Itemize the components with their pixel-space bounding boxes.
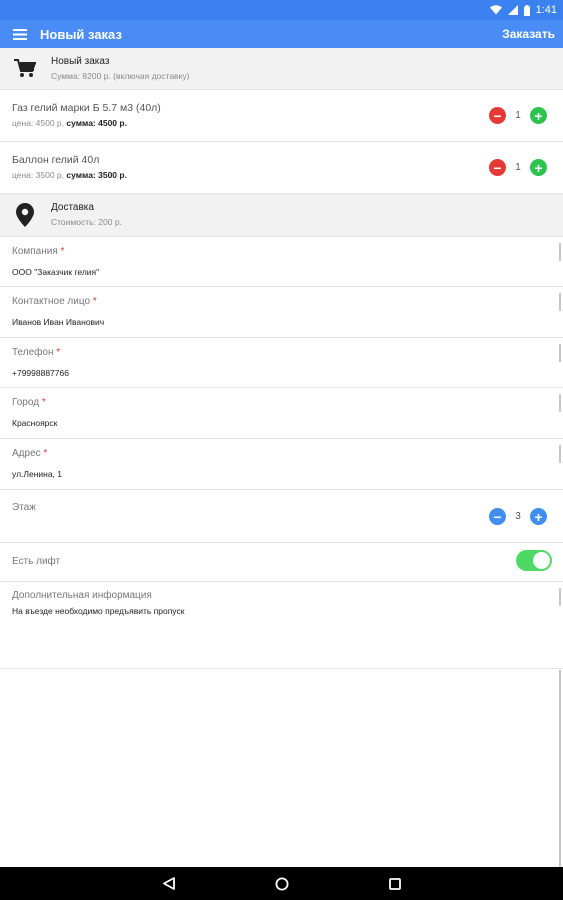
extra-info-field[interactable]: Дополнительная информация На въезде необ… bbox=[0, 582, 563, 669]
status-bar: 1:41 bbox=[0, 0, 563, 20]
phone-field[interactable]: Телефон * +79998887766 bbox=[0, 338, 563, 388]
navigation-bar bbox=[0, 867, 563, 900]
back-icon[interactable] bbox=[162, 877, 175, 890]
delivery-cost: Стоимость: 200 р. bbox=[51, 217, 122, 227]
address-field[interactable]: Адрес * ул.Ленина, 1 bbox=[0, 439, 563, 490]
signal-icon bbox=[507, 5, 518, 15]
list-item: Баллон гелий 40л цена: 3500 р, сумма: 35… bbox=[0, 142, 563, 194]
field-label: Адрес * bbox=[12, 448, 48, 459]
lift-toggle[interactable] bbox=[516, 550, 552, 571]
order-summary: Новый заказ Сумма: 8200 р. (включая дост… bbox=[0, 48, 563, 90]
cart-icon bbox=[14, 59, 36, 77]
lift-label: Есть лифт bbox=[12, 556, 61, 567]
company-value[interactable]: ООО "Заказчик гелия" bbox=[12, 267, 99, 277]
city-value[interactable]: Красноярск bbox=[12, 418, 57, 428]
recents-icon[interactable] bbox=[388, 877, 401, 890]
field-scroll-indicator bbox=[559, 394, 561, 412]
order-title: Новый заказ bbox=[51, 56, 110, 67]
home-icon[interactable] bbox=[275, 877, 289, 891]
floor-value: 3 bbox=[515, 511, 521, 522]
battery-icon bbox=[523, 4, 530, 16]
field-label: Телефон * bbox=[12, 347, 61, 358]
extra-info-label: Дополнительная информация bbox=[12, 590, 152, 601]
product-price-label: цена: 4500 р, bbox=[12, 118, 65, 128]
menu-icon[interactable] bbox=[0, 20, 40, 48]
phone-value[interactable]: +79998887766 bbox=[12, 368, 69, 378]
field-scroll-indicator bbox=[559, 445, 561, 463]
floor-field: Этаж − 3 + bbox=[0, 490, 563, 543]
order-sum: Сумма: 8200 р. (включая доставку) bbox=[51, 71, 190, 81]
quantity-stepper: − 1 + bbox=[489, 107, 547, 124]
order-button[interactable]: Заказать bbox=[502, 27, 563, 41]
scrollbar[interactable] bbox=[559, 670, 561, 867]
minus-icon[interactable]: − bbox=[489, 107, 506, 124]
main-content: Новый заказ Сумма: 8200 р. (включая дост… bbox=[0, 48, 563, 867]
wifi-icon bbox=[489, 5, 502, 15]
product-name: Газ гелий марки Б 5.7 м3 (40л) bbox=[12, 102, 161, 114]
plus-icon[interactable]: + bbox=[530, 107, 547, 124]
field-scroll-indicator bbox=[559, 588, 561, 606]
lift-field: Есть лифт bbox=[0, 543, 563, 582]
city-field[interactable]: Город * Красноярск bbox=[0, 388, 563, 439]
location-pin-icon bbox=[16, 203, 34, 227]
product-name: Баллон гелий 40л bbox=[12, 154, 100, 166]
product-price: цена: 4500 р, сумма: 4500 р. bbox=[12, 118, 127, 128]
field-scroll-indicator bbox=[559, 293, 561, 311]
floor-stepper: − 3 + bbox=[489, 508, 547, 525]
extra-info-value[interactable]: На въезде необходимо предъявить пропуск bbox=[12, 606, 184, 616]
page-title: Новый заказ bbox=[40, 26, 122, 42]
app-bar: Новый заказ Заказать bbox=[0, 20, 563, 48]
product-price: цена: 3500 р, сумма: 3500 р. bbox=[12, 170, 127, 180]
address-value[interactable]: ул.Ленина, 1 bbox=[12, 469, 62, 479]
list-item: Газ гелий марки Б 5.7 м3 (40л) цена: 450… bbox=[0, 90, 563, 142]
delivery-summary: Доставка Стоимость: 200 р. bbox=[0, 194, 563, 237]
quantity-stepper: − 1 + bbox=[489, 159, 547, 176]
status-time: 1:41 bbox=[535, 4, 557, 16]
plus-icon[interactable]: + bbox=[530, 508, 547, 525]
quantity-value: 1 bbox=[515, 110, 521, 121]
field-scroll-indicator bbox=[559, 344, 561, 362]
field-label: Компания * bbox=[12, 246, 65, 257]
minus-icon[interactable]: − bbox=[489, 159, 506, 176]
company-field[interactable]: Компания * ООО "Заказчик гелия" bbox=[0, 237, 563, 287]
floor-label: Этаж bbox=[12, 502, 36, 513]
plus-icon[interactable]: + bbox=[530, 159, 547, 176]
minus-icon[interactable]: − bbox=[489, 508, 506, 525]
product-price-label: цена: 3500 р, bbox=[12, 170, 65, 180]
field-label: Город * bbox=[12, 397, 46, 408]
product-sum-label: сумма: 3500 р. bbox=[66, 170, 127, 180]
product-sum-label: сумма: 4500 р. bbox=[66, 118, 127, 128]
delivery-title: Доставка bbox=[51, 202, 94, 213]
field-scroll-indicator bbox=[559, 243, 561, 261]
quantity-value: 1 bbox=[515, 162, 521, 173]
contact-field[interactable]: Контактное лицо * Иванов Иван Иванович bbox=[0, 287, 563, 338]
field-label: Контактное лицо * bbox=[12, 296, 97, 307]
toggle-knob bbox=[533, 552, 550, 569]
contact-value[interactable]: Иванов Иван Иванович bbox=[12, 317, 104, 327]
